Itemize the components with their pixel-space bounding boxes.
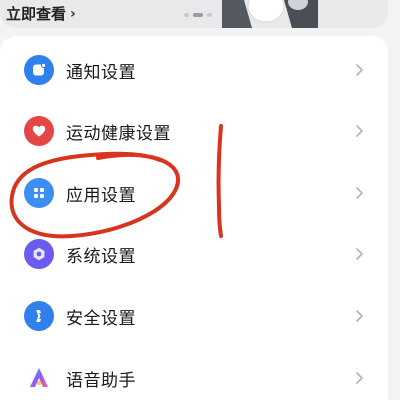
settings-item-label: 运动健康设置 — [66, 123, 171, 144]
heart-icon — [24, 116, 54, 146]
settings-item-apps[interactable]: 应用设置 — [0, 162, 388, 224]
carousel-dot — [207, 13, 212, 17]
settings-item-system[interactable]: 系统设置 — [0, 223, 388, 285]
chevron-right-icon: › — [70, 5, 76, 22]
settings-item-label: 应用设置 — [66, 185, 136, 206]
carousel-dot — [184, 13, 189, 17]
view-now-link[interactable]: 立即查看 › — [6, 3, 76, 24]
chevron-right-icon — [356, 64, 363, 76]
chevron-right-icon — [356, 372, 363, 384]
settings-screen: 立即查看 › 通知设置 运动健康设置 应用设置 系统设置 安全设置 语音助手 — [0, 0, 400, 400]
chevron-right-icon — [356, 310, 363, 322]
settings-item-label: 安全设置 — [66, 308, 136, 329]
chevron-right-icon — [356, 125, 363, 137]
settings-item-security[interactable]: 安全设置 — [0, 285, 388, 347]
chevron-right-icon — [356, 248, 363, 260]
settings-item-label: 系统设置 — [66, 246, 136, 267]
product-image — [222, 0, 318, 28]
promo-banner[interactable]: 立即查看 › — [0, 0, 388, 28]
settings-item-voice-assistant[interactable]: 语音助手 — [0, 347, 388, 400]
settings-item-notification[interactable]: 通知设置 — [0, 39, 388, 101]
settings-item-health[interactable]: 运动健康设置 — [0, 100, 388, 162]
notification-icon — [24, 55, 54, 85]
security-icon — [24, 301, 54, 331]
voice-assistant-icon — [24, 363, 54, 393]
settings-item-label: 语音助手 — [66, 370, 136, 391]
settings-list: 通知设置 运动健康设置 应用设置 系统设置 安全设置 语音助手 — [0, 36, 388, 400]
carousel-dot-active — [193, 13, 203, 17]
chevron-right-icon — [356, 187, 363, 199]
view-now-label: 立即查看 — [6, 5, 67, 23]
settings-item-label: 通知设置 — [66, 62, 136, 83]
apps-grid-icon — [24, 178, 54, 208]
carousel-indicator — [184, 13, 212, 17]
system-icon — [24, 239, 54, 269]
